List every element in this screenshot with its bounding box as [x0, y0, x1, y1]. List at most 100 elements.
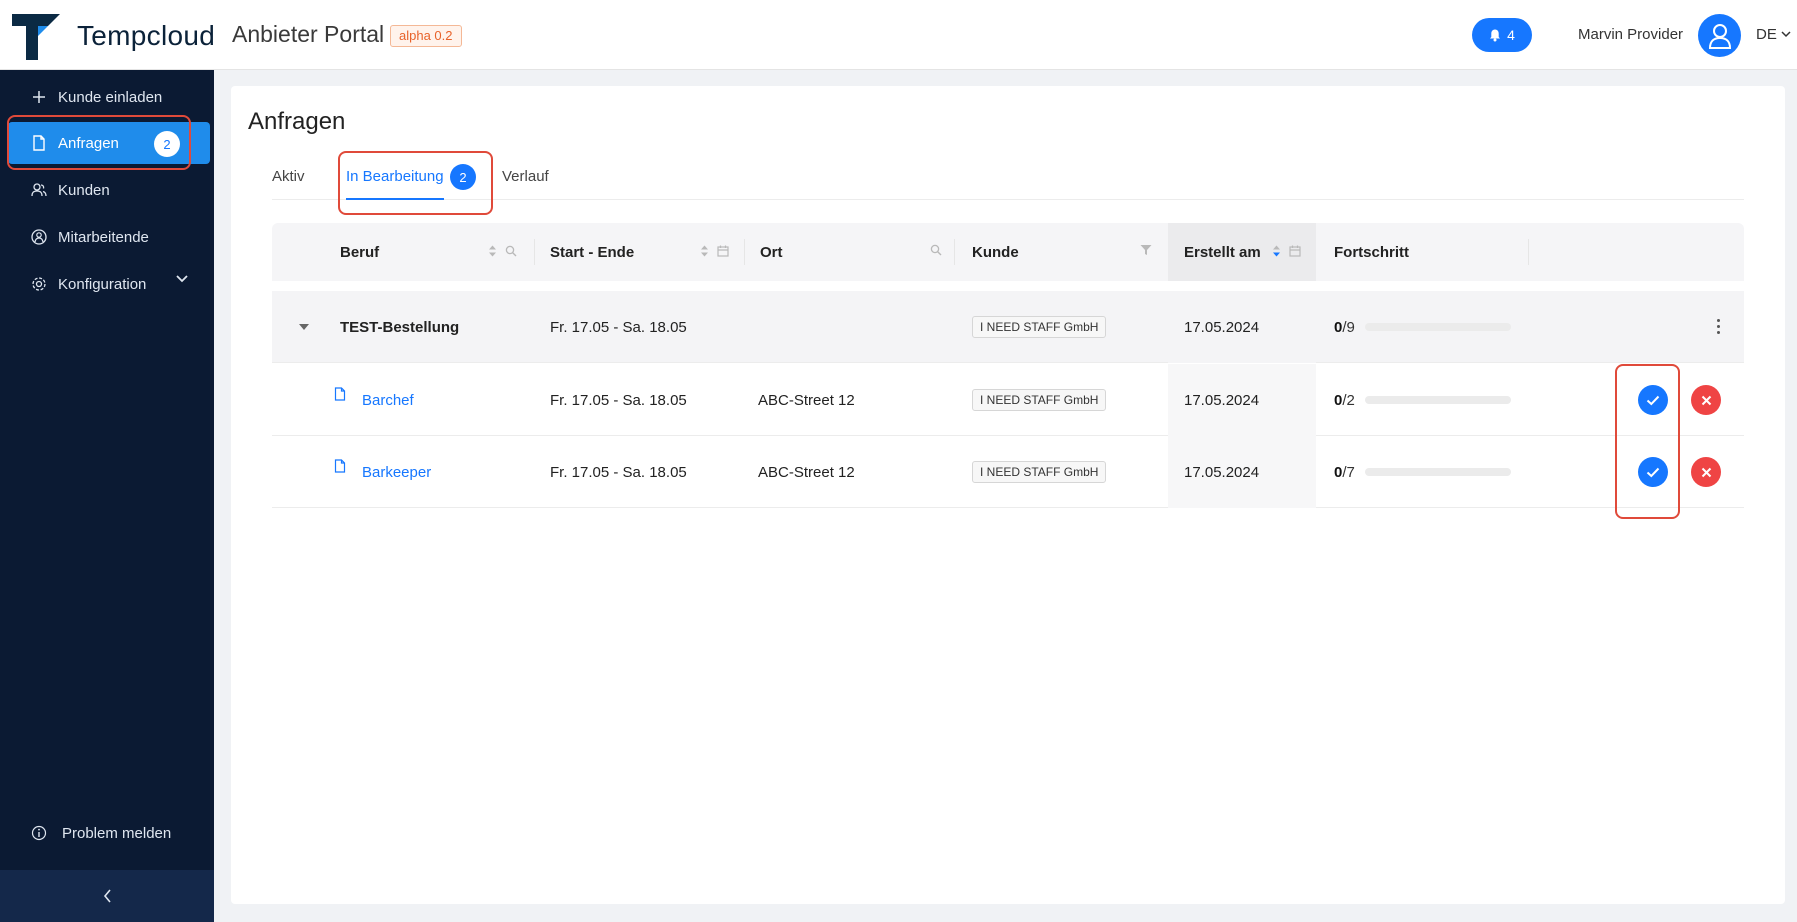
more-options-button[interactable] [1717, 319, 1720, 334]
chevron-left-icon [103, 889, 111, 903]
job-link-barchef[interactable]: Barchef [362, 364, 414, 436]
column-divider [744, 239, 745, 265]
notifications-button[interactable]: 4 [1472, 18, 1532, 52]
sidebar-item-label: Kunden [58, 181, 110, 199]
brand-name[interactable]: Tempcloud [77, 20, 215, 52]
tab-count-badge: 2 [450, 164, 476, 190]
calendar-icon[interactable] [1289, 245, 1301, 257]
active-tab-indicator [346, 198, 444, 200]
column-header-fortschritt: Fortschritt [1334, 243, 1409, 261]
group-name: TEST-Bestellung [340, 318, 460, 336]
top-header: Tempcloud Anbieter Portal alpha 0.2 4 Ma… [0, 0, 1797, 70]
job-link-barkeeper[interactable]: Barkeeper [362, 436, 431, 508]
customer-tag: I NEED STAFF GmbH [972, 389, 1107, 411]
tab-in-bearbeitung[interactable]: In Bearbeitung [346, 168, 444, 185]
notification-count: 4 [1507, 27, 1515, 43]
search-icon[interactable] [505, 245, 517, 257]
column-divider [534, 239, 535, 265]
expand-group-button[interactable] [298, 291, 310, 363]
customer-tag: I NEED STAFF GmbH [972, 461, 1107, 483]
progress-bar [1364, 323, 1511, 331]
sidebar-item-label: Kunde einladen [58, 88, 163, 106]
reject-button[interactable] [1691, 457, 1721, 487]
column-divider [954, 239, 955, 265]
file-icon [30, 134, 48, 152]
table-row: Barchef Fr. 17.05 - Sa. 18.05 ABC-Street… [272, 364, 1744, 436]
problem-melden-button[interactable]: Problem melden [8, 812, 210, 854]
tab-bar: Aktiv In Bearbeitung 2 Verlauf [272, 150, 1744, 200]
main-content: Anfragen Aktiv In Bearbeitung 2 Verlauf … [231, 86, 1785, 904]
table-row: Barkeeper Fr. 17.05 - Sa. 18.05 ABC-Stre… [272, 436, 1744, 508]
version-badge: alpha 0.2 [390, 25, 462, 47]
plus-icon [30, 88, 48, 106]
document-icon [334, 358, 346, 430]
row-location: ABC-Street 12 [758, 391, 855, 409]
sidebar-item-kunde-einladen[interactable]: Kunde einladen [8, 76, 210, 118]
row-location: ABC-Street 12 [758, 463, 855, 481]
sort-icon[interactable] [700, 244, 709, 258]
row-created: 17.05.2024 [1184, 391, 1260, 409]
user-name[interactable]: Marvin Provider [1578, 26, 1683, 43]
column-divider [1528, 239, 1529, 265]
close-icon [1701, 395, 1711, 405]
sidebar-item-anfragen[interactable]: Anfragen 2 [8, 122, 210, 164]
portal-title: Anbieter Portal [232, 21, 385, 47]
column-header-kunde[interactable]: Kunde [972, 223, 1019, 281]
column-header-beruf[interactable]: Beruf [340, 223, 379, 281]
group-created: 17.05.2024 [1184, 318, 1260, 336]
row-created: 17.05.2024 [1184, 463, 1260, 481]
table-group-row[interactable]: TEST-Bestellung Fr. 17.05 - Sa. 18.05 I … [272, 291, 1744, 363]
progress-total: /9 [1342, 318, 1355, 336]
chevron-down-icon [1781, 31, 1791, 38]
row-progress: 0/7 [1334, 436, 1511, 508]
progress-bar [1364, 396, 1511, 404]
progress-bar [1364, 468, 1511, 476]
progress-total: /7 [1342, 463, 1355, 481]
sidebar-item-label: Anfragen [58, 134, 119, 152]
sort-icon[interactable] [488, 244, 497, 258]
accept-button[interactable] [1638, 457, 1668, 487]
calendar-icon[interactable] [717, 245, 729, 257]
info-icon [30, 824, 48, 842]
reject-button[interactable] [1691, 385, 1721, 415]
column-header-erstellt-am[interactable]: Erstellt am [1184, 223, 1261, 281]
row-period: Fr. 17.05 - Sa. 18.05 [550, 463, 687, 481]
close-icon [1701, 467, 1711, 477]
group-period: Fr. 17.05 - Sa. 18.05 [550, 318, 687, 336]
filter-icon[interactable] [1140, 244, 1152, 256]
chevron-down-icon [176, 275, 188, 283]
tab-verlauf[interactable]: Verlauf [502, 168, 549, 185]
sidebar-item-kunden[interactable]: Kunden [8, 169, 210, 211]
language-label: DE [1756, 26, 1777, 43]
anfragen-count-badge: 2 [154, 131, 180, 157]
row-period: Fr. 17.05 - Sa. 18.05 [550, 391, 687, 409]
accept-button[interactable] [1638, 385, 1668, 415]
users-icon [30, 181, 48, 199]
tab-aktiv[interactable]: Aktiv [272, 168, 305, 185]
check-icon [1646, 467, 1660, 477]
sidebar-item-konfiguration[interactable]: Konfiguration [8, 263, 210, 305]
bell-icon [1490, 29, 1501, 41]
row-progress: 0/2 [1334, 364, 1511, 436]
language-selector[interactable]: DE [1756, 26, 1791, 43]
user-icon [1708, 23, 1731, 49]
sidebar: Kunde einladen Anfragen 2 Kunden Mitarbe… [0, 70, 214, 922]
search-icon[interactable] [930, 244, 942, 256]
gear-icon [30, 275, 48, 293]
sidebar-footer-label: Problem melden [62, 824, 172, 842]
collapse-sidebar-button[interactable] [0, 870, 214, 922]
tempcloud-logo-icon[interactable] [12, 14, 60, 60]
group-progress: 0/9 [1334, 291, 1511, 363]
table-header: Beruf Start - Ende Ort Kunde Erstellt am… [272, 223, 1744, 281]
sort-desc-active-icon[interactable] [1272, 244, 1281, 258]
sidebar-item-mitarbeitende[interactable]: Mitarbeitende [8, 216, 210, 258]
sidebar-item-label: Konfiguration [58, 275, 147, 293]
sidebar-item-label: Mitarbeitende [58, 228, 149, 246]
progress-total: /2 [1342, 391, 1355, 409]
team-icon [30, 228, 48, 246]
page-title: Anfragen [248, 108, 346, 135]
column-header-start-ende[interactable]: Start - Ende [550, 223, 634, 281]
avatar[interactable] [1698, 14, 1741, 57]
column-header-ort[interactable]: Ort [760, 223, 783, 281]
document-icon [334, 430, 346, 502]
